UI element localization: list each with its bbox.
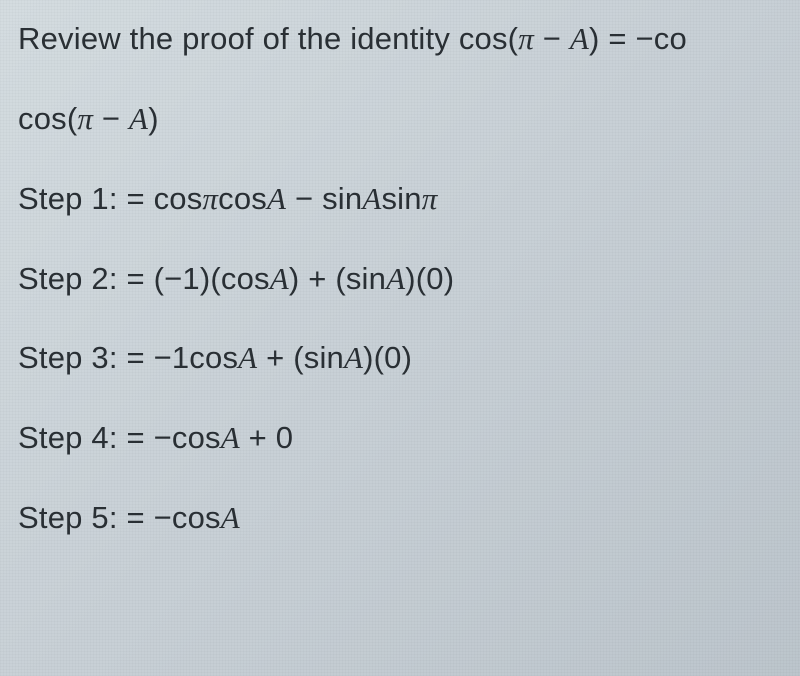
intro-mid: − (534, 21, 570, 56)
step-2: Step 2: = (−1)(cosA) + (sinA)(0) (18, 258, 790, 300)
pi-symbol: π (202, 181, 218, 216)
step-3: Step 3: = −1cosA + (sinA)(0) (18, 337, 790, 379)
variable-A: A (270, 261, 289, 296)
step-3-mid1: + (sin (257, 340, 344, 375)
step-1-mid3: sin (381, 181, 421, 216)
pi-symbol: π (518, 21, 534, 56)
step-1-label: Step 1: = cos (18, 181, 202, 216)
start-expression: cos(π − A) (18, 98, 790, 140)
intro-prefix: Review the proof of the identity cos( (18, 21, 518, 56)
step-4: Step 4: = −cosA + 0 (18, 417, 790, 459)
variable-A: A (386, 261, 405, 296)
pi-symbol: π (422, 181, 438, 216)
step-5-label: Step 5: = −cos (18, 500, 221, 535)
step-4-suffix: + 0 (240, 420, 293, 455)
step-3-suffix: )(0) (363, 340, 412, 375)
step-2-mid1: ) + (sin (289, 261, 386, 296)
step-4-label: Step 4: = −cos (18, 420, 221, 455)
variable-A: A (238, 340, 257, 375)
variable-A: A (267, 181, 286, 216)
step-2-suffix: )(0) (405, 261, 454, 296)
step-3-label: Step 3: = −1cos (18, 340, 238, 375)
variable-A: A (344, 340, 363, 375)
intro-line: Review the proof of the identity cos(π −… (18, 18, 790, 60)
step-2-label: Step 2: = (−1)(cos (18, 261, 270, 296)
variable-A: A (570, 21, 589, 56)
start-prefix: cos( (18, 101, 77, 136)
variable-A: A (221, 420, 240, 455)
pi-symbol: π (77, 101, 93, 136)
step-5: Step 5: = −cosA (18, 497, 790, 539)
variable-A: A (221, 500, 240, 535)
start-mid: − (93, 101, 129, 136)
variable-A: A (129, 101, 148, 136)
variable-A: A (362, 181, 381, 216)
start-suffix: ) (148, 101, 159, 136)
step-1-mid2: − sin (286, 181, 362, 216)
step-1-mid1: cos (218, 181, 267, 216)
step-1: Step 1: = cosπcosA − sinAsinπ (18, 178, 790, 220)
intro-suffix: ) = −co (589, 21, 687, 56)
